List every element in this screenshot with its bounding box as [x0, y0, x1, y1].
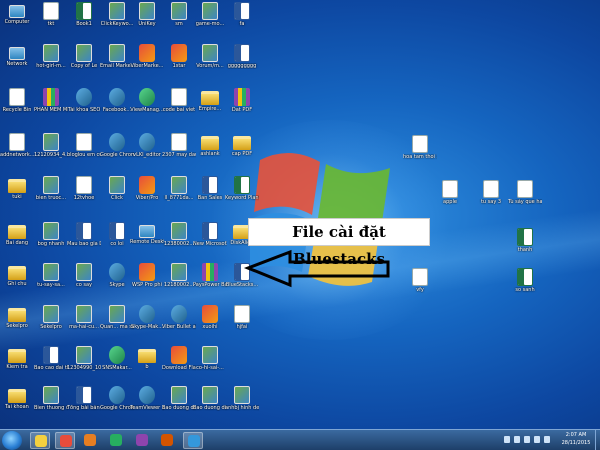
clock-date: 28/11/2015 — [561, 440, 591, 446]
explorer-icon — [35, 435, 47, 447]
taskbar: 2:07 AM 28/11/2015 — [0, 429, 600, 450]
flag-icon[interactable] — [504, 436, 510, 443]
firefox2-icon — [161, 434, 173, 446]
taskbar-coccoc-button[interactable] — [106, 432, 126, 449]
taskbar-explorer-button[interactable] — [30, 432, 50, 449]
desktop[interactable]: Computer tkt Book1 ClickKeywo... UniKey sm gam… — [0, 0, 600, 450]
battery-icon[interactable] — [544, 436, 550, 443]
taskbar-firefox2-button[interactable] — [157, 432, 177, 449]
start-button[interactable] — [2, 431, 22, 450]
show-desktop-button[interactable] — [595, 430, 600, 450]
taskbar-bluestacks-button[interactable] — [183, 432, 203, 449]
coccoc-icon — [110, 434, 122, 446]
system-tray — [500, 433, 560, 447]
viber-icon — [136, 434, 148, 446]
clock[interactable]: 2:07 AM 28/11/2015 — [558, 431, 594, 447]
volume-icon[interactable] — [524, 436, 530, 443]
chrome-icon — [60, 435, 72, 447]
firefox-icon — [84, 434, 96, 446]
taskbar-firefox-button[interactable] — [80, 432, 100, 449]
taskbar-chrome-button[interactable] — [55, 432, 75, 449]
arrow-shape — [243, 249, 390, 288]
bluestacks-icon — [188, 435, 200, 447]
taskbar-viber-button[interactable] — [132, 432, 152, 449]
keyboard-icon[interactable] — [534, 436, 540, 443]
annotation-arrow — [243, 249, 390, 288]
network-icon[interactable] — [514, 436, 520, 443]
clock-time: 2:07 AM — [565, 432, 587, 438]
